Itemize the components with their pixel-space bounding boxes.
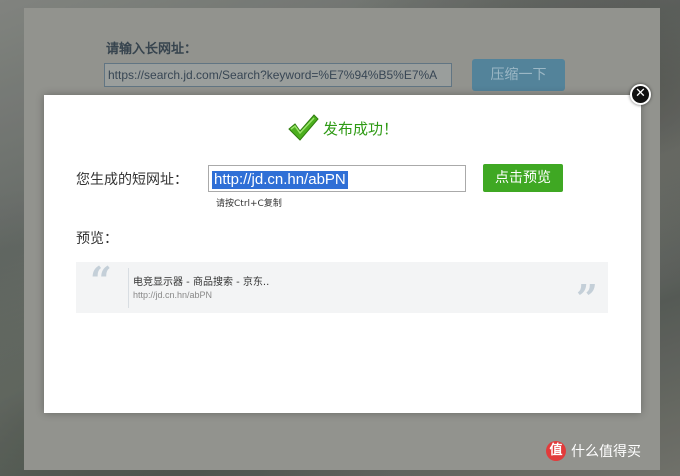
quote-close-icon: ”	[576, 276, 598, 321]
watermark: 值 什么值得买	[546, 440, 641, 462]
close-icon[interactable]: ✕	[630, 84, 651, 105]
preview-card: “ 电竞显示器 - 商品搜索 - 京东.. http://jd.cn.hn/ab…	[76, 258, 608, 321]
preview-button[interactable]: 点击预览	[483, 164, 563, 192]
check-icon	[288, 114, 319, 141]
watermark-text: 什么值得买	[571, 444, 641, 460]
preview-url: http://jd.cn.hn/abPN	[133, 290, 213, 300]
quote-divider	[128, 268, 129, 308]
short-url-field[interactable]: http://jd.cn.hn/abPN	[208, 165, 466, 192]
success-message: 发布成功！	[323, 119, 399, 138]
short-url-value: http://jd.cn.hn/abPN	[212, 171, 348, 189]
quote-open-icon: “	[90, 258, 112, 303]
preview-title: 电竞显示器 - 商品搜索 - 京东..	[133, 277, 270, 288]
success-header: 发布成功！	[287, 113, 398, 143]
success-modal: 发布成功！ 您生成的短网址： http://jd.cn.hn/abPN 点击预览…	[44, 95, 641, 413]
watermark-badge: 值	[546, 441, 566, 461]
copy-hint: 请按Ctrl+C复制	[216, 199, 282, 209]
preview-label: 预览：	[76, 231, 118, 247]
short-url-label: 您生成的短网址：	[76, 172, 188, 188]
